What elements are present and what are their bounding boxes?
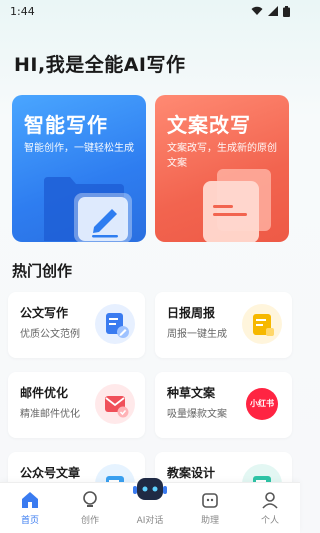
- tab-home[interactable]: 首页: [0, 483, 60, 533]
- tab-label: 创作: [80, 516, 99, 526]
- smart-writing-title: 智能写作: [24, 113, 108, 137]
- tab-label: 个人: [260, 516, 279, 526]
- card-title: 日报周报: [167, 306, 216, 320]
- daily-weekly-report-card[interactable]: 日报周报 周报一键生成: [155, 292, 292, 358]
- report-icon: [242, 304, 282, 344]
- assistant-icon: [202, 493, 218, 508]
- card-desc: 吸量爆款文案: [167, 409, 227, 420]
- official-writing-card[interactable]: 公文写作 优质公文范例: [8, 292, 145, 358]
- robot-icon: [133, 478, 167, 500]
- copy-rewrite-card[interactable]: 文案改写 文案改写，生成新的原创文案: [155, 95, 289, 242]
- bottom-tab-bar: 首页 创作 AI对话 助理 个人: [0, 478, 300, 533]
- mail-check-icon: [95, 384, 135, 424]
- page-title: HI,我是全能AI写作: [14, 54, 186, 76]
- document-stack-icon: [203, 169, 271, 242]
- email-optimize-card[interactable]: 邮件优化 精准邮件优化: [8, 372, 145, 438]
- home-icon: [22, 492, 38, 508]
- folder-pen-icon: [44, 177, 132, 242]
- card-title: 公众号文章: [20, 466, 81, 480]
- bulb-icon: [83, 491, 97, 507]
- card-title: 种草文案: [167, 386, 216, 400]
- document-pen-icon: [95, 304, 135, 344]
- tab-label: AI对话: [136, 516, 164, 526]
- wifi-icon: [251, 6, 263, 15]
- tab-label: 首页: [20, 516, 39, 526]
- tab-assistant[interactable]: 助理: [180, 483, 240, 533]
- xiaohongshu-logo-text: 小红书: [250, 399, 274, 408]
- card-desc: 优质公文范例: [20, 329, 80, 340]
- seeding-copy-card[interactable]: 种草文案 吸量爆款文案 小红书: [155, 372, 292, 438]
- card-title: 邮件优化: [20, 386, 69, 400]
- tab-label: 助理: [200, 516, 219, 526]
- tab-create[interactable]: 创作: [60, 483, 120, 533]
- status-bar: 1:44: [0, 0, 300, 22]
- battery-icon: [283, 5, 290, 17]
- card-desc: 周报一键生成: [167, 329, 227, 340]
- signal-icon: [268, 6, 278, 16]
- card-title: 教案设计: [167, 466, 216, 480]
- xiaohongshu-icon: 小红书: [242, 384, 282, 424]
- smart-writing-desc: 智能创作，一键轻松生成: [24, 143, 134, 154]
- status-time: 1:44: [10, 4, 35, 18]
- card-desc: 精准邮件优化: [20, 409, 80, 420]
- card-title: 公文写作: [20, 306, 69, 320]
- user-icon: [262, 492, 278, 509]
- copy-rewrite-title: 文案改写: [167, 113, 251, 137]
- status-icons: [251, 5, 290, 17]
- tab-profile[interactable]: 个人: [240, 483, 300, 533]
- section-title: 热门创作: [12, 262, 73, 280]
- tab-ai-chat[interactable]: AI对话: [120, 478, 180, 533]
- smart-writing-card[interactable]: 智能写作 智能创作，一键轻松生成: [12, 95, 146, 242]
